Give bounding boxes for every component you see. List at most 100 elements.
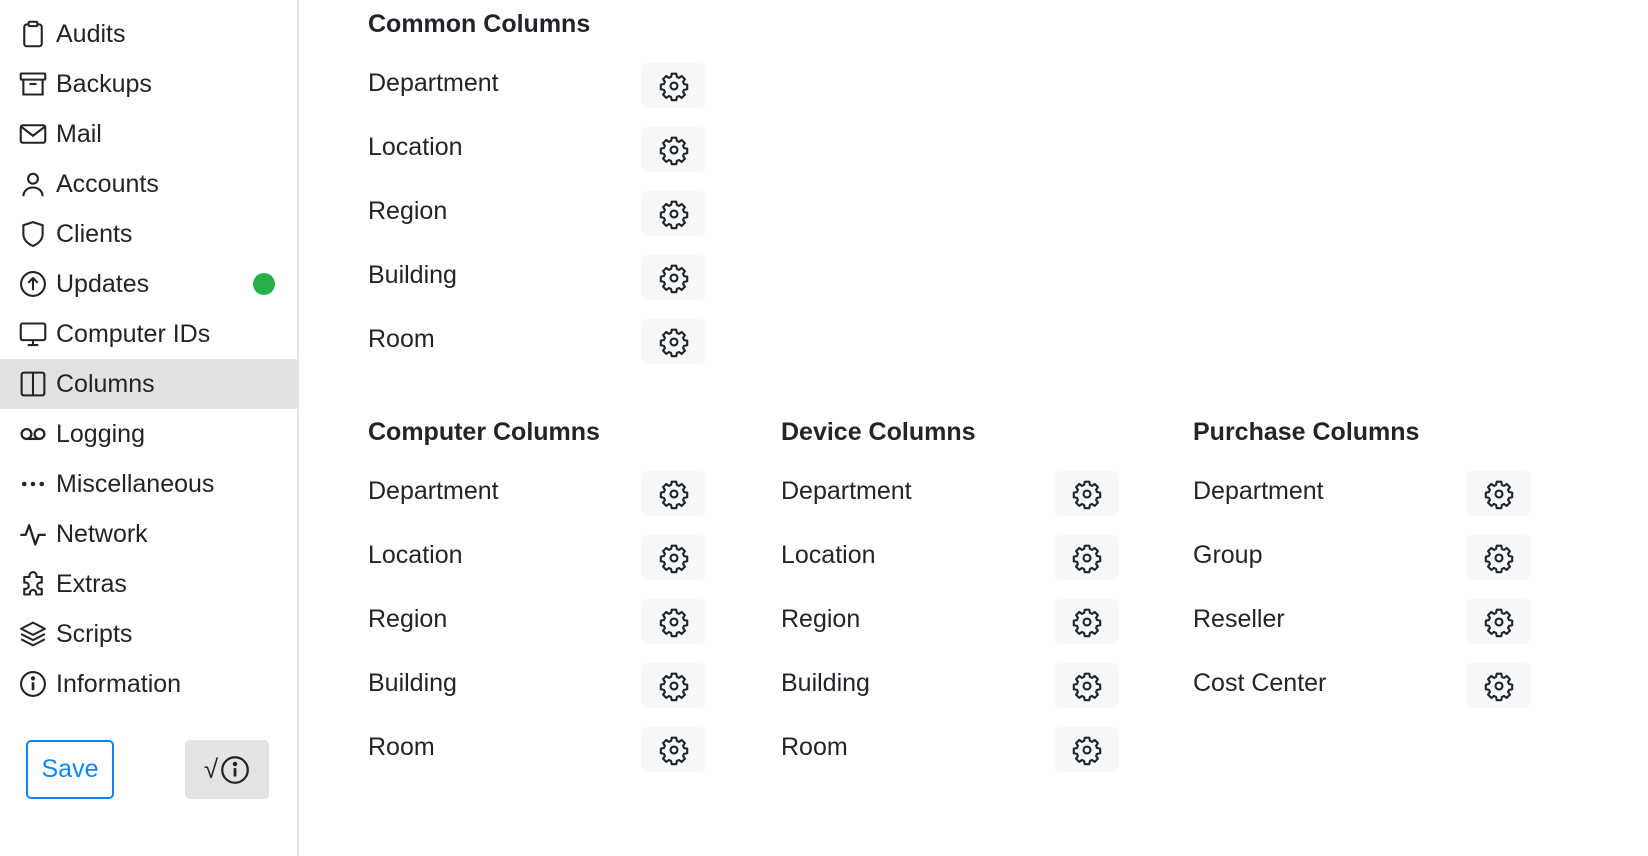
sidebar-item-label: Updates <box>56 269 150 298</box>
update-status-dot <box>253 273 275 295</box>
gear-icon <box>1072 736 1101 765</box>
column-label: Region <box>368 197 448 225</box>
archive-icon <box>18 69 48 99</box>
sidebar-item-extras[interactable]: Extras <box>0 559 297 609</box>
device-column-row: Location <box>781 535 1119 581</box>
column-settings-button[interactable] <box>1054 535 1119 580</box>
sidebar-item-computer-ids[interactable]: Computer IDs <box>0 309 297 359</box>
common-column-row: Room <box>368 319 706 365</box>
save-button[interactable]: Save <box>26 740 114 799</box>
sidebar-item-label: Scripts <box>56 619 133 648</box>
column-settings-button[interactable] <box>641 63 706 108</box>
gear-icon <box>1072 608 1101 637</box>
sidebar-item-clients[interactable]: Clients <box>0 209 297 259</box>
sidebar-item-label: Backups <box>56 69 152 98</box>
gear-icon <box>1072 480 1101 509</box>
column-settings-button[interactable] <box>1466 599 1531 644</box>
clipboard-icon <box>18 19 48 49</box>
column-settings-button[interactable] <box>641 255 706 300</box>
column-label: Room <box>781 733 848 761</box>
sidebar-item-label: Accounts <box>56 169 159 198</box>
gear-icon <box>659 544 688 573</box>
column-settings-button[interactable] <box>641 127 706 172</box>
column-settings-button[interactable] <box>641 663 706 708</box>
sidebar-item-accounts[interactable]: Accounts <box>0 159 297 209</box>
gear-icon <box>659 328 688 357</box>
sidebar-item-label: Logging <box>56 419 145 448</box>
column-settings-button[interactable] <box>1466 535 1531 580</box>
computer-column-row: Location <box>368 535 706 581</box>
column-settings-button[interactable] <box>1466 471 1531 516</box>
column-label: Reseller <box>1193 605 1285 633</box>
voicemail-icon <box>18 419 48 449</box>
common-column-row: Location <box>368 127 706 173</box>
column-label: Location <box>368 133 463 161</box>
check-mark: √ <box>203 754 219 784</box>
gear-icon <box>1484 672 1513 701</box>
gear-icon <box>659 200 688 229</box>
computer-column-row: Room <box>368 727 706 773</box>
activity-icon <box>18 519 48 549</box>
sidebar-item-columns[interactable]: Columns <box>0 359 297 409</box>
gear-icon <box>659 480 688 509</box>
purchase-column-row: Reseller <box>1193 599 1531 645</box>
arrow-up-circle-icon <box>18 269 48 299</box>
column-settings-button[interactable] <box>1054 663 1119 708</box>
column-label: Location <box>781 541 876 569</box>
sidebar-item-label: Columns <box>56 369 155 398</box>
column-label: Building <box>368 669 457 697</box>
section-title-computer: Computer Columns <box>368 418 600 446</box>
check-info-button[interactable]: √ <box>185 740 269 799</box>
layout-split-icon <box>18 369 48 399</box>
column-settings-button[interactable] <box>641 319 706 364</box>
common-column-row: Region <box>368 191 706 237</box>
sidebar-item-scripts[interactable]: Scripts <box>0 609 297 659</box>
layers-icon <box>18 619 48 649</box>
person-icon <box>18 169 48 199</box>
column-settings-button[interactable] <box>641 191 706 236</box>
sidebar-item-updates[interactable]: Updates <box>0 259 297 309</box>
envelope-icon <box>18 119 48 149</box>
three-dots-icon <box>18 469 48 499</box>
column-settings-button[interactable] <box>641 599 706 644</box>
sidebar-item-audits[interactable]: Audits <box>0 9 297 59</box>
gear-icon <box>1484 544 1513 573</box>
section-title-common: Common Columns <box>368 10 591 38</box>
gear-icon <box>659 136 688 165</box>
sidebar-item-label: Network <box>56 519 148 548</box>
sidebar-item-information[interactable]: Information <box>0 659 297 709</box>
column-label: Department <box>781 477 912 505</box>
sidebar-item-mail[interactable]: Mail <box>0 109 297 159</box>
purchase-column-row: Cost Center <box>1193 663 1531 709</box>
sidebar-item-logging[interactable]: Logging <box>0 409 297 459</box>
column-label: Department <box>368 69 499 97</box>
column-settings-button[interactable] <box>1054 599 1119 644</box>
section-title-device: Device Columns <box>781 418 976 446</box>
computer-column-row: Building <box>368 663 706 709</box>
sidebar-item-backups[interactable]: Backups <box>0 59 297 109</box>
sidebar-item-label: Computer IDs <box>56 319 211 348</box>
sidebar-item-network[interactable]: Network <box>0 509 297 559</box>
gear-icon <box>659 72 688 101</box>
gear-icon <box>659 672 688 701</box>
column-settings-button[interactable] <box>641 471 706 516</box>
column-label: Region <box>781 605 861 633</box>
column-label: Cost Center <box>1193 669 1327 697</box>
sidebar-item-label: Miscellaneous <box>56 469 215 498</box>
common-column-row: Department <box>368 63 706 109</box>
device-column-row: Building <box>781 663 1119 709</box>
column-label: Department <box>1193 477 1324 505</box>
column-settings-button[interactable] <box>641 535 706 580</box>
sidebar-item-miscellaneous[interactable]: Miscellaneous <box>0 459 297 509</box>
display-icon <box>18 319 48 349</box>
column-settings-button[interactable] <box>1054 727 1119 772</box>
column-label: Department <box>368 477 499 505</box>
column-label: Location <box>368 541 463 569</box>
column-settings-button[interactable] <box>1466 663 1531 708</box>
sidebar-item-label: Clients <box>56 219 133 248</box>
column-settings-button[interactable] <box>1054 471 1119 516</box>
column-settings-button[interactable] <box>641 727 706 772</box>
gear-icon <box>659 736 688 765</box>
section-title-purchase: Purchase Columns <box>1193 418 1420 446</box>
sidebar-item-label: Information <box>56 669 182 698</box>
